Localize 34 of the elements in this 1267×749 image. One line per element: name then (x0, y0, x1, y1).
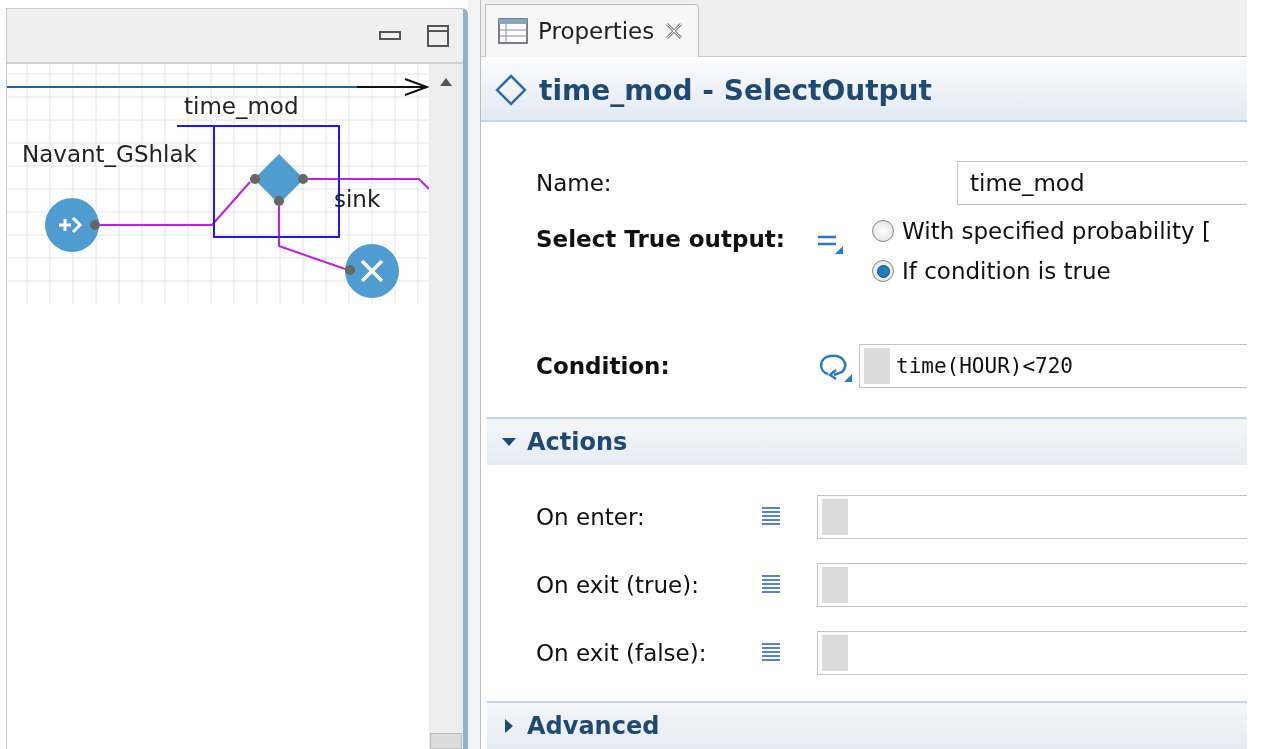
section-header[interactable]: Advanced (487, 701, 1247, 749)
radio-option[interactable]: If condition is true (872, 258, 1211, 285)
scroll-thumb[interactable] (430, 733, 462, 749)
block-label: time_mod (184, 93, 299, 119)
minimize-icon[interactable] (379, 30, 401, 41)
panel-title: time_mod - SelectOutput (539, 73, 932, 107)
field-label: Select True output: (536, 226, 786, 253)
code-field[interactable]: time(HOUR)<720 (859, 344, 1247, 389)
diamond-icon (495, 74, 527, 107)
sink-block-icon[interactable] (345, 244, 399, 298)
select-output-block-icon[interactable] (250, 154, 308, 206)
field-label: On enter: (536, 504, 646, 530)
list-icon[interactable] (761, 574, 781, 596)
name-field[interactable]: time_mod (957, 161, 1247, 206)
scroll-up-icon[interactable] (440, 78, 452, 86)
code-field[interactable] (817, 563, 1247, 607)
scrollbar[interactable] (429, 64, 463, 749)
close-icon[interactable] (664, 21, 685, 42)
list-icon[interactable] (761, 642, 781, 664)
maximize-icon[interactable] (427, 24, 449, 47)
table-icon (498, 18, 528, 45)
list-icon[interactable] (761, 506, 781, 528)
field-label: Condition: (536, 353, 671, 380)
code-field[interactable] (817, 631, 1247, 675)
field-label: On exit (false): (536, 640, 708, 666)
field-label: Name: (536, 170, 613, 197)
code-field[interactable] (817, 495, 1247, 539)
block-label: Navant_GShlak (22, 141, 197, 167)
connector-line (278, 205, 346, 270)
radio-option[interactable]: With specified probability [ (872, 218, 1211, 245)
source-block-icon[interactable] (45, 198, 100, 252)
properties-tab[interactable]: Properties (485, 4, 700, 58)
field-label: On exit (true): (536, 572, 700, 598)
section-header[interactable]: Actions (487, 417, 1247, 465)
